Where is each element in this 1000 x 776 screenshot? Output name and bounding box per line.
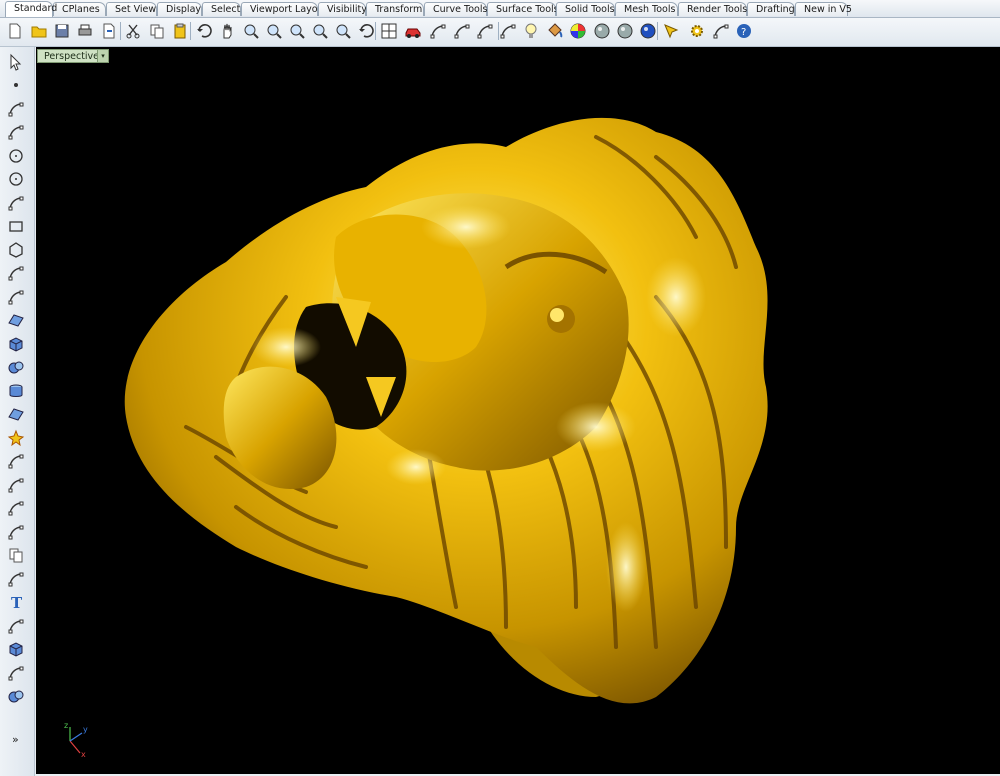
standard-toolbar: ? bbox=[0, 18, 1000, 47]
render-object-icon[interactable] bbox=[5, 686, 27, 707]
tab-visibility[interactable]: Visibility bbox=[318, 2, 367, 16]
polygon-icon[interactable] bbox=[5, 239, 27, 260]
undo-view-icon[interactable] bbox=[355, 20, 377, 42]
sphere-shaded-icon[interactable] bbox=[614, 20, 636, 42]
mesh-icon[interactable] bbox=[5, 404, 27, 425]
transform-curve-icon[interactable] bbox=[5, 286, 27, 307]
settings-gear-icon[interactable] bbox=[686, 20, 708, 42]
tab-drafting[interactable]: Drafting bbox=[747, 2, 795, 16]
undo-icon[interactable] bbox=[193, 20, 215, 42]
sphere-wireframe-icon[interactable] bbox=[591, 20, 613, 42]
curve-icon[interactable] bbox=[5, 122, 27, 143]
copy-object-icon[interactable] bbox=[5, 545, 27, 566]
tab-curve-tools[interactable]: Curve Tools bbox=[424, 2, 487, 16]
y-axis-label: y bbox=[83, 725, 88, 734]
tab-render-tools[interactable]: Render Tools bbox=[678, 2, 747, 16]
toolbar-separator bbox=[375, 22, 376, 40]
box-solid-icon[interactable] bbox=[5, 333, 27, 354]
fillet-icon[interactable] bbox=[5, 474, 27, 495]
tab-standard[interactable]: Standard bbox=[5, 1, 57, 17]
copy-icon[interactable] bbox=[146, 20, 168, 42]
text-icon[interactable]: T bbox=[5, 592, 27, 613]
car-icon[interactable] bbox=[402, 20, 424, 42]
block-icon[interactable] bbox=[5, 639, 27, 660]
zoom-window-icon[interactable] bbox=[286, 20, 308, 42]
import-icon[interactable] bbox=[98, 20, 120, 42]
select-arrow-icon[interactable] bbox=[5, 51, 27, 72]
tab-transform[interactable]: Transform bbox=[366, 2, 424, 16]
help-icon[interactable]: ? bbox=[733, 20, 755, 42]
x-axis-label: x bbox=[81, 750, 86, 759]
toolbar-separator bbox=[657, 22, 658, 40]
toolbar-separator bbox=[120, 22, 121, 40]
light-bulb-icon[interactable] bbox=[520, 20, 542, 42]
zoom-selected-icon[interactable] bbox=[332, 20, 354, 42]
rectangle-icon[interactable] bbox=[5, 216, 27, 237]
toolbar-separator bbox=[498, 22, 499, 40]
tab-set-view[interactable]: Set View bbox=[106, 2, 157, 16]
svg-text:T: T bbox=[11, 594, 23, 611]
shade-icon[interactable] bbox=[451, 20, 473, 42]
perspective-viewport[interactable]: Perspective ▾ z y x bbox=[36, 47, 1000, 774]
viewport-menu-dropdown-icon[interactable]: ▾ bbox=[97, 50, 108, 62]
tab-display[interactable]: Display bbox=[157, 2, 202, 16]
viewport-title-tab[interactable]: Perspective ▾ bbox=[37, 49, 109, 63]
rotate-view-icon[interactable] bbox=[240, 20, 262, 42]
zoom-extents-icon[interactable] bbox=[309, 20, 331, 42]
array-icon[interactable] bbox=[5, 615, 27, 636]
lion-head-ring-model[interactable] bbox=[36, 47, 1000, 774]
new-file-icon[interactable] bbox=[4, 20, 26, 42]
surface-icon[interactable] bbox=[5, 310, 27, 331]
layers-icon[interactable] bbox=[427, 20, 449, 42]
tab-surface-tools[interactable]: Surface Tools bbox=[487, 2, 559, 16]
arc-icon[interactable] bbox=[5, 192, 27, 213]
properties-icon[interactable] bbox=[474, 20, 496, 42]
viewport-title-label: Perspective bbox=[44, 51, 100, 62]
point-icon[interactable] bbox=[5, 75, 27, 96]
move-icon[interactable] bbox=[5, 521, 27, 542]
cut-icon[interactable] bbox=[122, 20, 144, 42]
print-icon[interactable] bbox=[74, 20, 96, 42]
tab-new-in-v5[interactable]: New in V5 bbox=[795, 2, 852, 16]
world-axes-indicator: z y x bbox=[64, 721, 88, 759]
save-icon[interactable] bbox=[51, 20, 73, 42]
paint-bucket-icon[interactable] bbox=[544, 20, 566, 42]
zoom-icon[interactable] bbox=[263, 20, 285, 42]
boolean-union-icon[interactable] bbox=[5, 357, 27, 378]
svg-text:?: ? bbox=[741, 27, 746, 38]
toolbar-separator bbox=[190, 22, 191, 40]
group-icon[interactable] bbox=[5, 498, 27, 519]
cylinder-icon[interactable] bbox=[5, 380, 27, 401]
toolbar-overflow-icon[interactable]: » bbox=[12, 733, 19, 746]
open-folder-icon[interactable] bbox=[28, 20, 50, 42]
circle-icon[interactable] bbox=[5, 145, 27, 166]
trim-icon[interactable] bbox=[5, 451, 27, 472]
osnap-icon[interactable] bbox=[710, 20, 732, 42]
paste-icon[interactable] bbox=[169, 20, 191, 42]
four-viewports-icon[interactable] bbox=[378, 20, 400, 42]
tab-select[interactable]: Select bbox=[202, 2, 241, 16]
dimension-icon[interactable] bbox=[5, 662, 27, 683]
tab-mesh-tools[interactable]: Mesh Tools bbox=[615, 2, 678, 16]
snap-icon[interactable] bbox=[497, 20, 519, 42]
tab-cplanes[interactable]: CPlanes bbox=[53, 2, 106, 16]
freeform-curve-icon[interactable] bbox=[5, 263, 27, 284]
main-left-toolbar: T» bbox=[0, 47, 35, 776]
rotate-object-icon[interactable] bbox=[5, 568, 27, 589]
pan-hand-icon[interactable] bbox=[216, 20, 238, 42]
ellipse-icon[interactable] bbox=[5, 169, 27, 190]
polyline-icon[interactable] bbox=[5, 98, 27, 119]
sphere-render-icon[interactable] bbox=[637, 20, 659, 42]
tab-solid-tools[interactable]: Solid Tools bbox=[556, 2, 615, 16]
explode-icon[interactable] bbox=[5, 427, 27, 448]
toolbar-tab-strip: Standard CPlanes Set View Display Select View… bbox=[0, 0, 1000, 18]
tab-viewport-layout[interactable]: Viewport Layout bbox=[241, 2, 327, 16]
color-wheel-icon[interactable] bbox=[567, 20, 589, 42]
z-axis-label: z bbox=[64, 721, 68, 730]
spotlight-icon[interactable] bbox=[660, 20, 682, 42]
